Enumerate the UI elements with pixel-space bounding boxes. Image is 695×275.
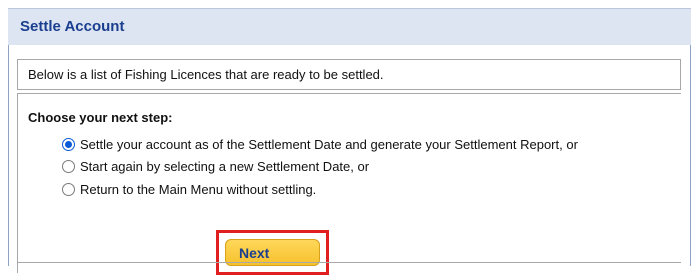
next-button-highlight: Next xyxy=(216,230,329,275)
option-start-again-label: Start again by selecting a new Settlemen… xyxy=(80,158,370,174)
next-step-box: Choose your next step: Settle your accou… xyxy=(17,93,681,275)
radio-settle-account[interactable] xyxy=(62,137,75,151)
option-return-main-menu[interactable]: Return to the Main Menu without settling… xyxy=(62,180,316,198)
page-title: Settle Account xyxy=(20,18,125,35)
intro-text: Below is a list of Fishing Licences that… xyxy=(28,67,384,82)
option-settle-account[interactable]: Settle your account as of the Settlement… xyxy=(62,135,578,153)
option-settle-account-label: Settle your account as of the Settlement… xyxy=(80,136,578,152)
content-panel: Below is a list of Fishing Licences that… xyxy=(8,45,691,275)
settle-account-window: Settle Account Below is a list of Fishin… xyxy=(0,0,695,275)
radio-return-main-menu[interactable] xyxy=(62,182,75,196)
radio-start-again[interactable] xyxy=(62,159,75,173)
option-start-again[interactable]: Start again by selecting a new Settlemen… xyxy=(62,157,369,175)
next-step-heading: Choose your next step: xyxy=(28,110,173,125)
divider xyxy=(18,262,681,263)
option-return-main-menu-label: Return to the Main Menu without settling… xyxy=(80,181,317,197)
intro-box: Below is a list of Fishing Licences that… xyxy=(17,59,681,90)
section-header: Settle Account xyxy=(8,8,691,45)
